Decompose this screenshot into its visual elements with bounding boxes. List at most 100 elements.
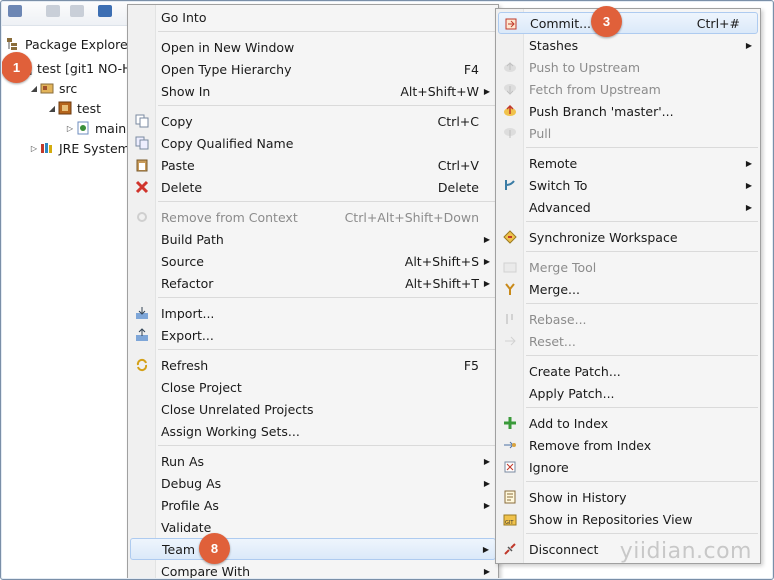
menu-separator <box>526 303 758 304</box>
menu-item-label: Remove from Index <box>529 437 652 453</box>
watermark: yiidian.com <box>619 539 752 564</box>
menu-item-label: Refactor <box>161 275 214 291</box>
submenu-arrow-icon: ▶ <box>745 202 752 212</box>
menu-item-add-to-index[interactable]: Add to Index <box>498 412 758 434</box>
menu-item-remove-from-index[interactable]: Remove from Index <box>498 434 758 456</box>
menu-item-shortcut: Alt+Shift+S <box>404 253 479 269</box>
menu-item-shortcut: Alt+Shift+W <box>400 83 479 99</box>
menu-item-refresh[interactable]: Refresh F5 <box>130 354 496 376</box>
menu-separator <box>526 533 758 534</box>
svg-text:GIT: GIT <box>505 520 514 526</box>
tree-item-jre[interactable]: ▷ JRE System Library <box>28 138 130 158</box>
save-icon[interactable] <box>46 5 60 17</box>
menu-item-label: Fetch from Upstream <box>529 81 661 97</box>
menu-item-label: Team <box>162 541 196 557</box>
menu-item-label: Merge... <box>529 281 580 297</box>
submenu-arrow-icon: ▶ <box>483 278 490 288</box>
menu-item-switch-to[interactable]: Switch To ▶ <box>498 174 758 196</box>
menu-item-label: Refresh <box>161 357 209 373</box>
menu-item-label: Add to Index <box>529 415 609 431</box>
menu-item-compare-with[interactable]: Compare With ▶ <box>130 560 496 580</box>
menu-item-refactor[interactable]: Refactor Alt+Shift+T ▶ <box>130 272 496 294</box>
menu-item-validate[interactable]: Validate <box>130 516 496 538</box>
fetch-upstream-icon <box>503 82 517 96</box>
menu-separator <box>158 201 496 202</box>
menu-item-label: Open Type Hierarchy <box>161 61 292 77</box>
menu-item-run-as[interactable]: Run As ▶ <box>130 450 496 472</box>
menu-item-label: Export... <box>161 327 214 343</box>
menu-item-open-type-hierarchy[interactable]: Open Type Hierarchy F4 <box>130 58 496 80</box>
menu-item-export[interactable]: Export... <box>130 324 496 346</box>
menu-separator <box>158 31 496 32</box>
expanded-arrow-icon[interactable]: ◢ <box>28 84 40 93</box>
menu-item-close-unrelated-projects[interactable]: Close Unrelated Projects <box>130 398 496 420</box>
menu-item-open-in-new-window[interactable]: Open in New Window <box>130 36 496 58</box>
tree-item-main[interactable]: ▷ main <box>64 118 126 138</box>
tree-item-src[interactable]: ◢ src <box>28 78 77 98</box>
pull-icon <box>503 126 517 140</box>
menu-item-remote[interactable]: Remote ▶ <box>498 152 758 174</box>
step-badge-8: 8 <box>199 533 230 564</box>
menu-separator <box>526 251 758 252</box>
menu-item-merge[interactable]: Merge... <box>498 278 758 300</box>
menu-item-paste[interactable]: Paste Ctrl+V <box>130 154 496 176</box>
menu-item-label: Ignore <box>529 459 569 475</box>
menu-item-build-path[interactable]: Build Path ▶ <box>130 228 496 250</box>
submenu-arrow-icon: ▶ <box>745 180 752 190</box>
menu-item-show-in-repositories-view[interactable]: GIT Show in Repositories View <box>498 508 758 530</box>
menu-item-label: Remote <box>529 155 578 171</box>
menu-item-label: Assign Working Sets... <box>161 423 300 439</box>
package-explorer-icon <box>6 37 20 51</box>
menu-item-advanced[interactable]: Advanced ▶ <box>498 196 758 218</box>
console-icon[interactable] <box>98 5 112 17</box>
menu-item-import[interactable]: Import... <box>130 302 496 324</box>
tree-item-label: JRE System Library <box>59 140 130 156</box>
menu-item-go-into[interactable]: Go Into <box>130 6 496 28</box>
menu-item-team[interactable]: Team ▶ <box>130 538 496 560</box>
menu-item-create-patch[interactable]: Create Patch... <box>498 360 758 382</box>
menu-item-show-in-history[interactable]: Show in History <box>498 486 758 508</box>
menu-item-apply-patch[interactable]: Apply Patch... <box>498 382 758 404</box>
menu-item-label: Build Path <box>161 231 224 247</box>
submenu-arrow-icon: ▶ <box>482 544 489 554</box>
menu-item-close-project[interactable]: Close Project <box>130 376 496 398</box>
menu-item-label: Advanced <box>529 199 591 215</box>
menu-item-commit[interactable]: Commit... Ctrl+# <box>498 12 758 34</box>
remove-context-icon <box>135 210 149 224</box>
collapsed-arrow-icon[interactable]: ▷ <box>28 144 40 153</box>
menu-item-debug-as[interactable]: Debug As ▶ <box>130 472 496 494</box>
menu-item-copy[interactable]: Copy Ctrl+C <box>130 110 496 132</box>
save-all-icon[interactable] <box>70 5 84 17</box>
menu-item-ignore[interactable]: Ignore <box>498 456 758 478</box>
java-file-icon <box>76 121 90 135</box>
menu-item-source[interactable]: Source Alt+Shift+S ▶ <box>130 250 496 272</box>
submenu-arrow-icon: ▶ <box>483 456 490 466</box>
menu-item-synchronize-workspace[interactable]: Synchronize Workspace <box>498 226 758 248</box>
menu-item-shortcut: F4 <box>463 61 479 77</box>
menu-item-fetch-from-upstream: Fetch from Upstream <box>498 78 758 100</box>
tree-item-test-package[interactable]: ◢ test <box>46 98 101 118</box>
menu-item-push-to-upstream: Push to Upstream <box>498 56 758 78</box>
menu-item-label: Close Unrelated Projects <box>161 401 314 417</box>
menu-item-push-branch-master[interactable]: Push Branch 'master'... <box>498 100 758 122</box>
menu-item-label: Profile As <box>161 497 219 513</box>
collapsed-arrow-icon[interactable]: ▷ <box>64 124 76 133</box>
push-upstream-icon <box>503 60 517 74</box>
menu-item-stashes[interactable]: Stashes ▶ <box>498 34 758 56</box>
menu-item-assign-working-sets[interactable]: Assign Working Sets... <box>130 420 496 442</box>
expanded-arrow-icon[interactable]: ◢ <box>46 104 58 113</box>
menu-separator <box>526 147 758 148</box>
submenu-arrow-icon: ▶ <box>483 566 490 576</box>
menu-item-label: Apply Patch... <box>529 385 615 401</box>
menu-separator <box>158 349 496 350</box>
menu-item-label: Switch To <box>529 177 588 193</box>
tree-item-project[interactable]: test [git1 NO-HEAD] <box>18 58 130 78</box>
new-icon[interactable] <box>8 5 22 17</box>
menu-item-label: Delete <box>161 179 203 195</box>
menu-item-delete[interactable]: Delete Delete <box>130 176 496 198</box>
menu-item-show-in[interactable]: Show In Alt+Shift+W ▶ <box>130 80 496 102</box>
menu-item-label: Show in Repositories View <box>529 511 693 527</box>
menu-item-copy-qualified-name[interactable]: Copy Qualified Name <box>130 132 496 154</box>
menu-item-profile-as[interactable]: Profile As ▶ <box>130 494 496 516</box>
menu-separator <box>158 297 496 298</box>
